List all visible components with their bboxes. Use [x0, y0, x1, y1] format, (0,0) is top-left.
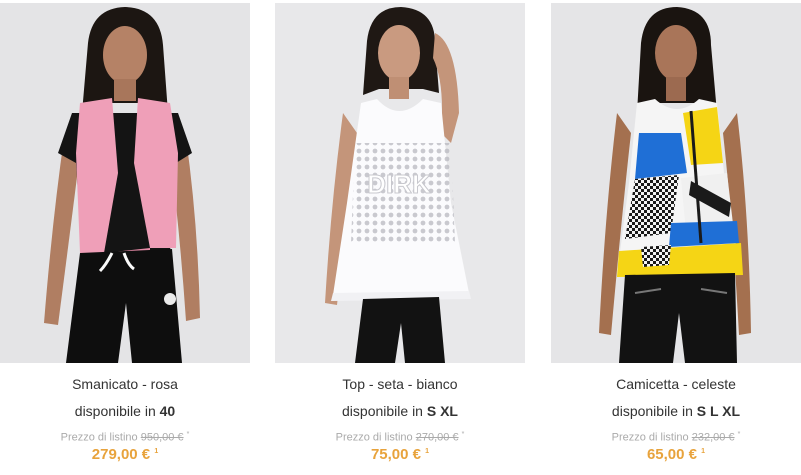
list-price-footnote: * — [461, 431, 465, 438]
available-sizes: 40 — [159, 403, 176, 419]
product-name[interactable]: Smanicato - rosa — [0, 376, 250, 392]
sale-price-footnote: 1 — [425, 448, 430, 455]
product-card: Camicetta - celeste disponibile in S L X… — [551, 0, 801, 475]
availability: disponibile in S XL — [275, 403, 525, 419]
availability-label: disponibile in — [342, 403, 423, 419]
list-price: Prezzo di listino 950,00 € * — [0, 431, 250, 444]
print-text: DIRK — [367, 169, 431, 199]
sale-price: 279,00 € 1 — [0, 446, 250, 463]
list-price-value: 270,00 € — [415, 431, 459, 444]
sale-price-footnote: 1 — [701, 448, 706, 455]
sale-price: 65,00 € 1 — [551, 446, 801, 463]
list-price-footnote: * — [737, 431, 741, 438]
availability-label: disponibile in — [611, 403, 693, 419]
product-image[interactable]: DIRK — [275, 3, 525, 363]
list-price-label: Prezzo di listino — [611, 431, 689, 444]
product-card: Smanicato - rosa disponibile in 40 Prezz… — [0, 0, 250, 475]
availability-label: disponibile in — [74, 403, 156, 419]
product-photo-patterned-blouse — [551, 3, 801, 363]
list-price-label: Prezzo di listino — [335, 431, 413, 444]
availability: disponibile in S L XL — [551, 403, 801, 419]
product-image[interactable] — [551, 3, 801, 363]
product-name[interactable]: Top - seta - bianco — [275, 376, 525, 392]
product-card: DIRK Top - seta - bianco disponibile in … — [275, 0, 525, 475]
sale-price-footnote: 1 — [154, 448, 159, 455]
availability: disponibile in 40 — [0, 403, 250, 419]
list-price-label: Prezzo di listino — [60, 431, 138, 444]
sale-price: 75,00 € 1 — [275, 446, 525, 463]
list-price: Prezzo di listino 270,00 € * — [275, 431, 525, 444]
list-price-value: 232,00 € — [691, 431, 735, 444]
product-photo-pink-vest — [0, 3, 250, 363]
list-price: Prezzo di listino 232,00 € * — [551, 431, 801, 444]
product-grid: Smanicato - rosa disponibile in 40 Prezz… — [0, 0, 801, 475]
product-image[interactable] — [0, 3, 250, 363]
list-price-footnote: * — [186, 431, 190, 438]
sale-price-value: 75,00 € — [370, 446, 421, 463]
available-sizes: S L XL — [696, 403, 741, 419]
sale-price-value: 279,00 € — [91, 446, 151, 463]
product-name[interactable]: Camicetta - celeste — [551, 376, 801, 392]
sale-price-value: 65,00 € — [646, 446, 697, 463]
available-sizes: S XL — [426, 403, 458, 419]
product-photo-white-silk-top: DIRK — [275, 3, 525, 363]
list-price-value: 950,00 € — [140, 431, 184, 444]
